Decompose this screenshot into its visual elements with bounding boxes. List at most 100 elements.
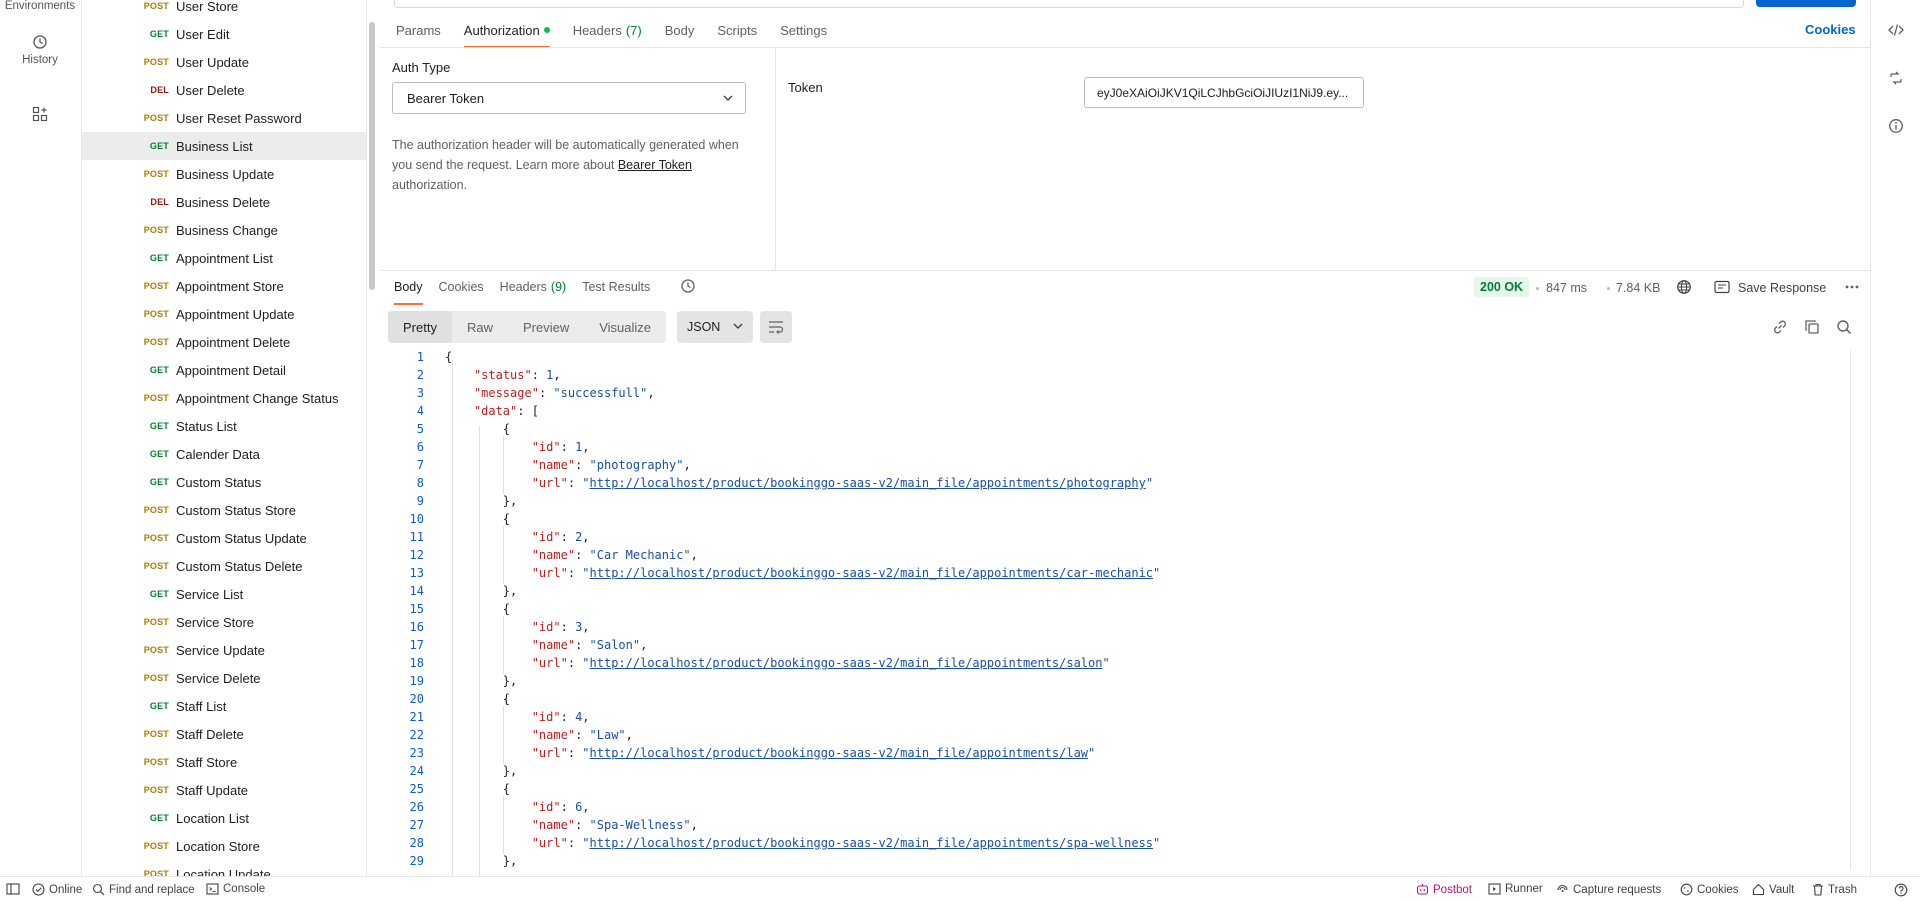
tab-headers[interactable]: Headers (7)	[573, 15, 642, 45]
rail-history[interactable]: History	[0, 34, 80, 66]
sidebar-request-item[interactable]: POST Appointment Store	[82, 272, 366, 300]
globe-icon[interactable]	[1676, 279, 1692, 295]
method-badge: POST	[143, 393, 169, 403]
find-replace[interactable]: Find and replace	[92, 883, 195, 896]
sidebar-request-item[interactable]: POST Appointment Delete	[82, 328, 366, 356]
bearer-token-link[interactable]: Bearer Token	[618, 158, 692, 172]
request-name: Custom Status Update	[176, 530, 307, 546]
code-line: {	[445, 782, 510, 796]
code-icon[interactable]	[1888, 22, 1904, 38]
sidebar-request-item[interactable]: POST Appointment Change Status	[82, 384, 366, 412]
rail-environments[interactable]: Environments	[0, 0, 80, 12]
sidebar-request-item[interactable]: GET User Edit	[82, 20, 366, 48]
sidebar-request-item[interactable]: POST Location Store	[82, 832, 366, 860]
line-number: 19	[409, 674, 424, 688]
auth-type-select[interactable]: Bearer Token	[392, 82, 746, 114]
cookies[interactable]: Cookies	[1680, 883, 1739, 896]
toggle-sidebar[interactable]	[6, 883, 24, 895]
sidebar-request-item[interactable]: POST Location Update	[82, 860, 366, 877]
url-link[interactable]: http://localhost/product/bookinggo-saas-…	[590, 566, 1154, 580]
tab-scripts[interactable]: Scripts	[717, 15, 757, 45]
runner-label: Runner	[1505, 883, 1543, 895]
res-tab-cookies[interactable]: Cookies	[439, 272, 484, 302]
method-badge: DEL	[150, 85, 169, 95]
res-tab-body[interactable]: Body	[394, 272, 423, 305]
search-icon[interactable]	[1836, 319, 1852, 335]
response-tabs: Body Cookies Headers (9) Test Results	[394, 272, 666, 305]
code-line: "url": "http://localhost/product/booking…	[445, 836, 1161, 850]
sidebar-request-item[interactable]: POST User Reset Password	[82, 104, 366, 132]
sidebar-request-item[interactable]: DEL Business Delete	[82, 188, 366, 216]
sidebar-request-item[interactable]: POST User Store	[82, 0, 366, 20]
postbot[interactable]: Postbot	[1416, 883, 1472, 896]
sidebar-request-item[interactable]: GET Appointment Detail	[82, 356, 366, 384]
url-link[interactable]: http://localhost/product/bookinggo-saas-…	[590, 656, 1103, 670]
tab-body[interactable]: Body	[665, 15, 695, 45]
sidebar-request-item[interactable]: POST Service Store	[82, 608, 366, 636]
info-icon[interactable]	[1888, 118, 1904, 134]
sidebar-request-item[interactable]: GET Custom Status	[82, 468, 366, 496]
res-tab-headers[interactable]: Headers (9)	[500, 272, 567, 302]
cookies-link[interactable]: Cookies	[1805, 22, 1856, 37]
sidebar-request-item[interactable]: POST Service Delete	[82, 664, 366, 692]
vault[interactable]: Vault	[1752, 883, 1794, 896]
sidebar-scrollbar[interactable]	[369, 22, 375, 290]
link-icon[interactable]	[1772, 319, 1788, 335]
tab-params[interactable]: Params	[396, 15, 441, 45]
url-input[interactable]	[394, 0, 1744, 8]
sidebar-request-item[interactable]: DEL User Delete	[82, 76, 366, 104]
code-token: },	[445, 674, 518, 688]
response-history-icon[interactable]	[680, 278, 696, 294]
sidebar-request-item[interactable]: POST Staff Delete	[82, 720, 366, 748]
request-name: Status List	[176, 418, 237, 434]
sidebar-request-item[interactable]: GET Service List	[82, 580, 366, 608]
view-pretty[interactable]: Pretty	[388, 311, 452, 343]
sidebar-request-item[interactable]: POST Business Update	[82, 160, 366, 188]
token-input[interactable]: eyJ0eXAiOiJKV1QiLCJhbGciOiJIUzI1NiJ9.ey.…	[1084, 77, 1364, 108]
view-preview[interactable]: Preview	[508, 311, 584, 343]
save-response-button[interactable]: Save Response	[1738, 281, 1826, 295]
sidebar-request-item[interactable]: POST Appointment Update	[82, 300, 366, 328]
tab-authorization[interactable]: Authorization	[463, 15, 550, 48]
format-select[interactable]: JSON	[677, 311, 753, 343]
runner[interactable]: Runner	[1488, 883, 1543, 895]
sidebar-request-item[interactable]: GET Staff List	[82, 692, 366, 720]
res-headers-count: (9)	[550, 280, 567, 294]
sidebar-request-item[interactable]: GET Calender Data	[82, 440, 366, 468]
help-icon[interactable]	[1894, 883, 1908, 897]
code-scrollbar[interactable]	[1850, 350, 1851, 870]
sidebar-request-item[interactable]: GET Appointment List	[82, 244, 366, 272]
sidebar-request-item[interactable]: GET Status List	[82, 412, 366, 440]
trash[interactable]: Trash	[1812, 883, 1857, 896]
rail-configure[interactable]	[0, 106, 80, 126]
sidebar-request-item[interactable]: POST Custom Status Store	[82, 496, 366, 524]
more-options-icon[interactable]	[1844, 280, 1860, 294]
url-link[interactable]: http://localhost/product/bookinggo-saas-…	[590, 476, 1146, 490]
url-link[interactable]: http://localhost/product/bookinggo-saas-…	[590, 746, 1089, 760]
sidebar-request-item[interactable]: GET Location List	[82, 804, 366, 832]
sidebar-request-item[interactable]: POST User Update	[82, 48, 366, 76]
send-button[interactable]	[1756, 0, 1856, 7]
sidebar-request-item[interactable]: POST Staff Store	[82, 748, 366, 776]
copy-icon[interactable]	[1804, 319, 1820, 335]
view-raw[interactable]: Raw	[452, 311, 508, 343]
sidebar-request-item[interactable]: POST Service Update	[82, 636, 366, 664]
code-token: :	[560, 710, 576, 724]
wrap-lines-button[interactable]	[760, 311, 792, 343]
view-visualize[interactable]: Visualize	[584, 311, 666, 343]
sidebar-request-item[interactable]: POST Custom Status Update	[82, 524, 366, 552]
console[interactable]: Console	[206, 883, 265, 895]
online-status[interactable]: Online	[32, 883, 82, 896]
tab-settings[interactable]: Settings	[780, 15, 827, 45]
url-link[interactable]: http://localhost/product/bookinggo-saas-…	[590, 836, 1154, 850]
sidebar-request-item[interactable]: POST Custom Status Delete	[82, 552, 366, 580]
capture-requests[interactable]: Capture requests	[1556, 883, 1661, 896]
related-collections-icon[interactable]	[1888, 70, 1904, 86]
sidebar-request-item[interactable]: GET Business List	[82, 132, 366, 160]
sidebar-request-item[interactable]: POST Business Change	[82, 216, 366, 244]
right-rail	[1870, 0, 1920, 876]
trash-label: Trash	[1828, 883, 1857, 896]
sidebar-request-item[interactable]: POST Staff Update	[82, 776, 366, 804]
request-name: Custom Status	[176, 474, 262, 490]
res-tab-test-results[interactable]: Test Results	[582, 272, 650, 302]
